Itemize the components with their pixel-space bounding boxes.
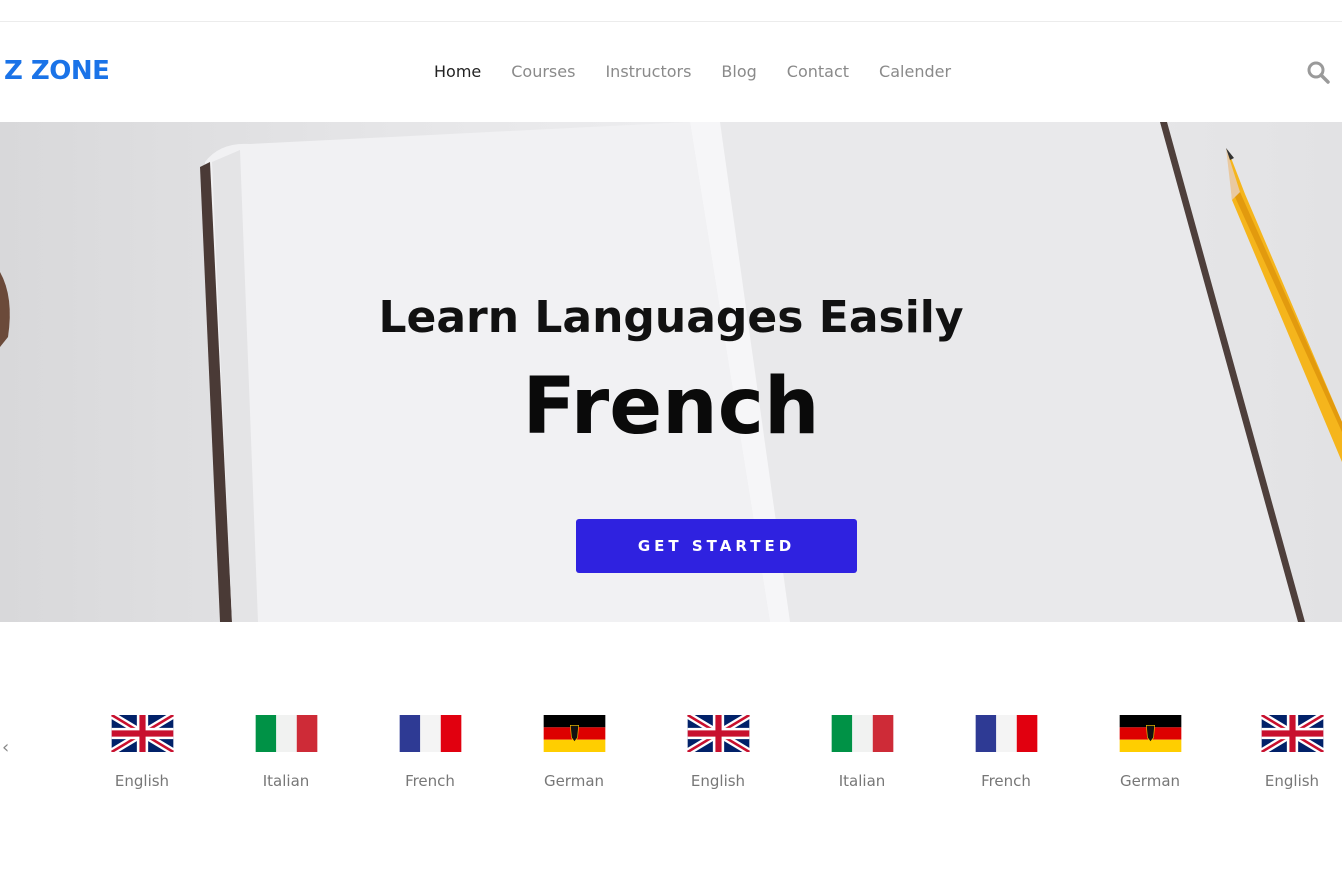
language-label: English bbox=[1264, 772, 1320, 790]
italy-flag-icon bbox=[255, 715, 317, 752]
nav-contact[interactable]: Contact bbox=[787, 62, 849, 81]
language-label: Italian bbox=[838, 772, 886, 790]
france-flag-icon bbox=[399, 715, 461, 752]
nav-courses[interactable]: Courses bbox=[511, 62, 575, 81]
language-label: German bbox=[1119, 772, 1181, 790]
language-label: English bbox=[690, 772, 746, 790]
language-item[interactable]: German bbox=[524, 715, 624, 790]
nav-blog[interactable]: Blog bbox=[721, 62, 756, 81]
uk-flag-icon bbox=[110, 715, 174, 752]
nav-home[interactable]: Home bbox=[434, 62, 481, 81]
language-label: French bbox=[405, 772, 455, 790]
language-item[interactable]: German bbox=[1100, 715, 1200, 790]
language-item[interactable]: English bbox=[668, 715, 768, 790]
hero-title: Learn Languages Easily bbox=[378, 292, 964, 343]
site-logo[interactable]: Z ZONE bbox=[4, 56, 110, 86]
nav-instructors[interactable]: Instructors bbox=[605, 62, 691, 81]
language-label: English bbox=[114, 772, 170, 790]
chevron-left-icon[interactable]: ‹ bbox=[2, 737, 9, 758]
nav-calender[interactable]: Calender bbox=[879, 62, 951, 81]
language-item[interactable]: English bbox=[1242, 715, 1342, 790]
language-item[interactable]: Italian bbox=[812, 715, 912, 790]
hero-banner: Learn Languages Easily French GET STARTE… bbox=[0, 122, 1342, 622]
language-item[interactable]: English bbox=[92, 715, 192, 790]
germany-flag-icon bbox=[1119, 715, 1181, 752]
main-menu: Home Courses Instructors Blog Contact Ca… bbox=[434, 62, 981, 81]
get-started-button[interactable]: GET STARTED bbox=[576, 519, 857, 573]
uk-flag-icon bbox=[686, 715, 750, 752]
italy-flag-icon bbox=[831, 715, 893, 752]
language-label: French bbox=[981, 772, 1031, 790]
language-label: German bbox=[543, 772, 605, 790]
language-item[interactable]: French bbox=[380, 715, 480, 790]
hero-language: French bbox=[522, 362, 820, 452]
language-item[interactable]: Italian bbox=[236, 715, 336, 790]
search-icon[interactable] bbox=[1306, 60, 1330, 84]
language-label: Italian bbox=[262, 772, 310, 790]
germany-flag-icon bbox=[543, 715, 605, 752]
language-item[interactable]: French bbox=[956, 715, 1056, 790]
uk-flag-icon bbox=[1260, 715, 1324, 752]
language-carousel: ‹ English Italian French German English … bbox=[0, 700, 1342, 800]
france-flag-icon bbox=[975, 715, 1037, 752]
navbar: Z ZONE Home Courses Instructors Blog Con… bbox=[0, 22, 1342, 122]
